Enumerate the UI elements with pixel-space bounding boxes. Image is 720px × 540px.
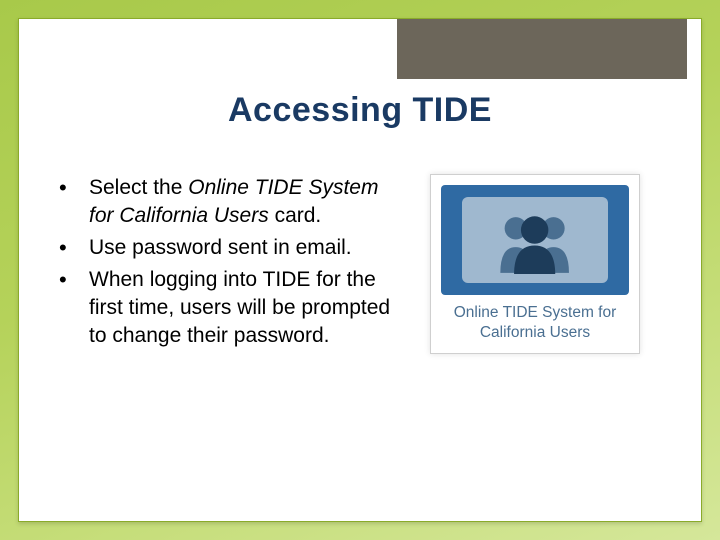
tide-card-icon-frame [441,185,629,295]
slide-card: Accessing TIDE • Select the Online TIDE … [18,18,702,522]
tide-card-label: Online TIDE System for California Users [441,303,629,343]
header-accent-block [395,19,689,81]
slide-title: Accessing TIDE [19,91,701,130]
slide-body: • Select the Online TIDE System for Cali… [57,174,663,491]
bullet-dot-icon: • [57,266,89,294]
bullet-text: Select the Online TIDE System for Califo… [89,174,407,230]
bullet-text-part: card. [269,204,322,227]
bullet-text-part: Select the [89,176,188,199]
card-illustration-area: Online TIDE System for California Users [407,174,663,491]
slide-background: Accessing TIDE • Select the Online TIDE … [0,0,720,540]
bullet-dot-icon: • [57,174,89,202]
bullet-item: • Use password sent in email. [57,234,407,262]
people-group-icon [476,206,593,275]
bullet-text: Use password sent in email. [89,234,352,262]
bullet-list: • Select the Online TIDE System for Cali… [57,174,407,491]
bullet-item: • When logging into TIDE for the first t… [57,266,407,350]
bullet-text: When logging into TIDE for the first tim… [89,266,407,350]
tide-card-icon-bg [462,197,609,283]
bullet-item: • Select the Online TIDE System for Cali… [57,174,407,230]
tide-system-card[interactable]: Online TIDE System for California Users [430,174,640,354]
bullet-dot-icon: • [57,234,89,262]
